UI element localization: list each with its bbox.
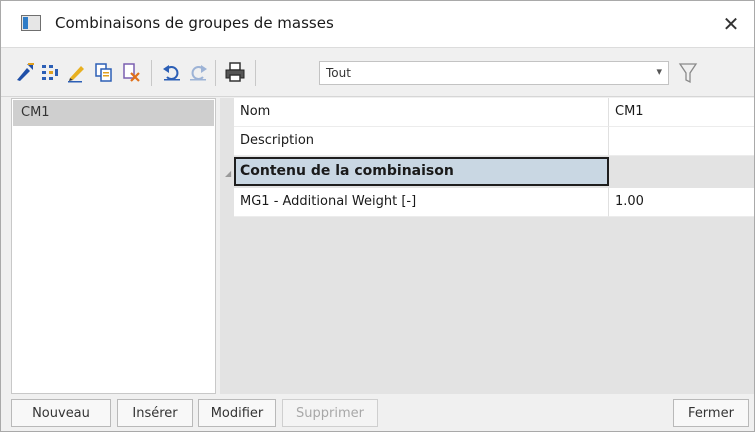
property-row-item: MG1 - Additional Weight [-] 1.00 — [220, 188, 754, 217]
property-label-text: Description — [240, 133, 315, 148]
category-value-cell — [609, 157, 754, 186]
columns-icon[interactable] — [39, 61, 61, 83]
toolbar-separator — [215, 60, 216, 86]
property-label: MG1 - Additional Weight [-] — [234, 188, 609, 217]
button-bar: Nouveau Insérer Modifier Supprimer Ferme… — [1, 396, 754, 431]
filter-dropdown[interactable]: Tout ▾ — [319, 61, 669, 85]
funnel-icon[interactable] — [677, 61, 699, 85]
delete-button[interactable]: Supprimer — [282, 399, 378, 427]
close-button[interactable]: ✕ — [708, 1, 754, 47]
property-label-text: Nom — [240, 104, 271, 119]
delete-icon[interactable] — [120, 61, 142, 83]
name-value-field[interactable]: CM1 — [609, 98, 754, 127]
category-label: Contenu de la combinaison — [240, 163, 454, 179]
new-item-icon[interactable] — [14, 61, 36, 83]
category-row[interactable]: ◢ Contenu de la combinaison — [220, 157, 754, 186]
row-gutter — [220, 188, 234, 217]
filter-selected-value: Tout — [326, 66, 351, 80]
coefficient-value-field[interactable]: 1.00 — [609, 188, 754, 217]
row-gutter — [220, 98, 234, 127]
undo-icon[interactable] — [161, 61, 183, 83]
description-value-field[interactable] — [609, 127, 754, 156]
property-value-text: 1.00 — [615, 194, 644, 209]
property-grid: Nom CM1 Description ◢ Contenu de la comb… — [220, 98, 754, 394]
edit-pencil-icon[interactable] — [66, 61, 88, 83]
print-icon[interactable] — [224, 61, 246, 83]
title-bar: Combinaisons de groupes de masses ✕ — [1, 1, 754, 48]
modify-button[interactable]: Modifier — [198, 399, 276, 427]
close-dialog-button[interactable]: Fermer — [673, 399, 749, 427]
redo-icon[interactable] — [187, 61, 209, 83]
property-label: Description — [234, 127, 609, 156]
window-app-icon — [21, 15, 41, 31]
property-row-name: Nom CM1 — [220, 98, 754, 127]
collapse-triangle-icon[interactable]: ◢ — [225, 169, 231, 178]
category-header[interactable]: Contenu de la combinaison — [234, 157, 609, 186]
window-title: Combinaisons de groupes de masses — [55, 14, 334, 32]
row-gutter — [220, 127, 234, 156]
list-item-label: CM1 — [21, 105, 50, 120]
copy-icon[interactable] — [93, 61, 115, 83]
property-value-text: CM1 — [615, 104, 644, 119]
combination-list[interactable]: CM1 — [11, 98, 216, 394]
property-row-description: Description — [220, 127, 754, 156]
toolbar-separator — [255, 60, 256, 86]
chevron-down-icon: ▾ — [656, 65, 662, 78]
dialog-window: Combinaisons de groupes de masses ✕ Tout… — [0, 0, 755, 432]
toolbar-separator — [151, 60, 152, 86]
list-item[interactable]: CM1 — [13, 100, 214, 126]
toolbar: Tout ▾ — [1, 48, 754, 97]
property-label: Nom — [234, 98, 609, 127]
close-icon: ✕ — [722, 12, 740, 36]
insert-button[interactable]: Insérer — [117, 399, 193, 427]
property-label-text: MG1 - Additional Weight [-] — [240, 194, 417, 209]
new-button[interactable]: Nouveau — [11, 399, 111, 427]
row-gutter: ◢ — [220, 157, 234, 186]
